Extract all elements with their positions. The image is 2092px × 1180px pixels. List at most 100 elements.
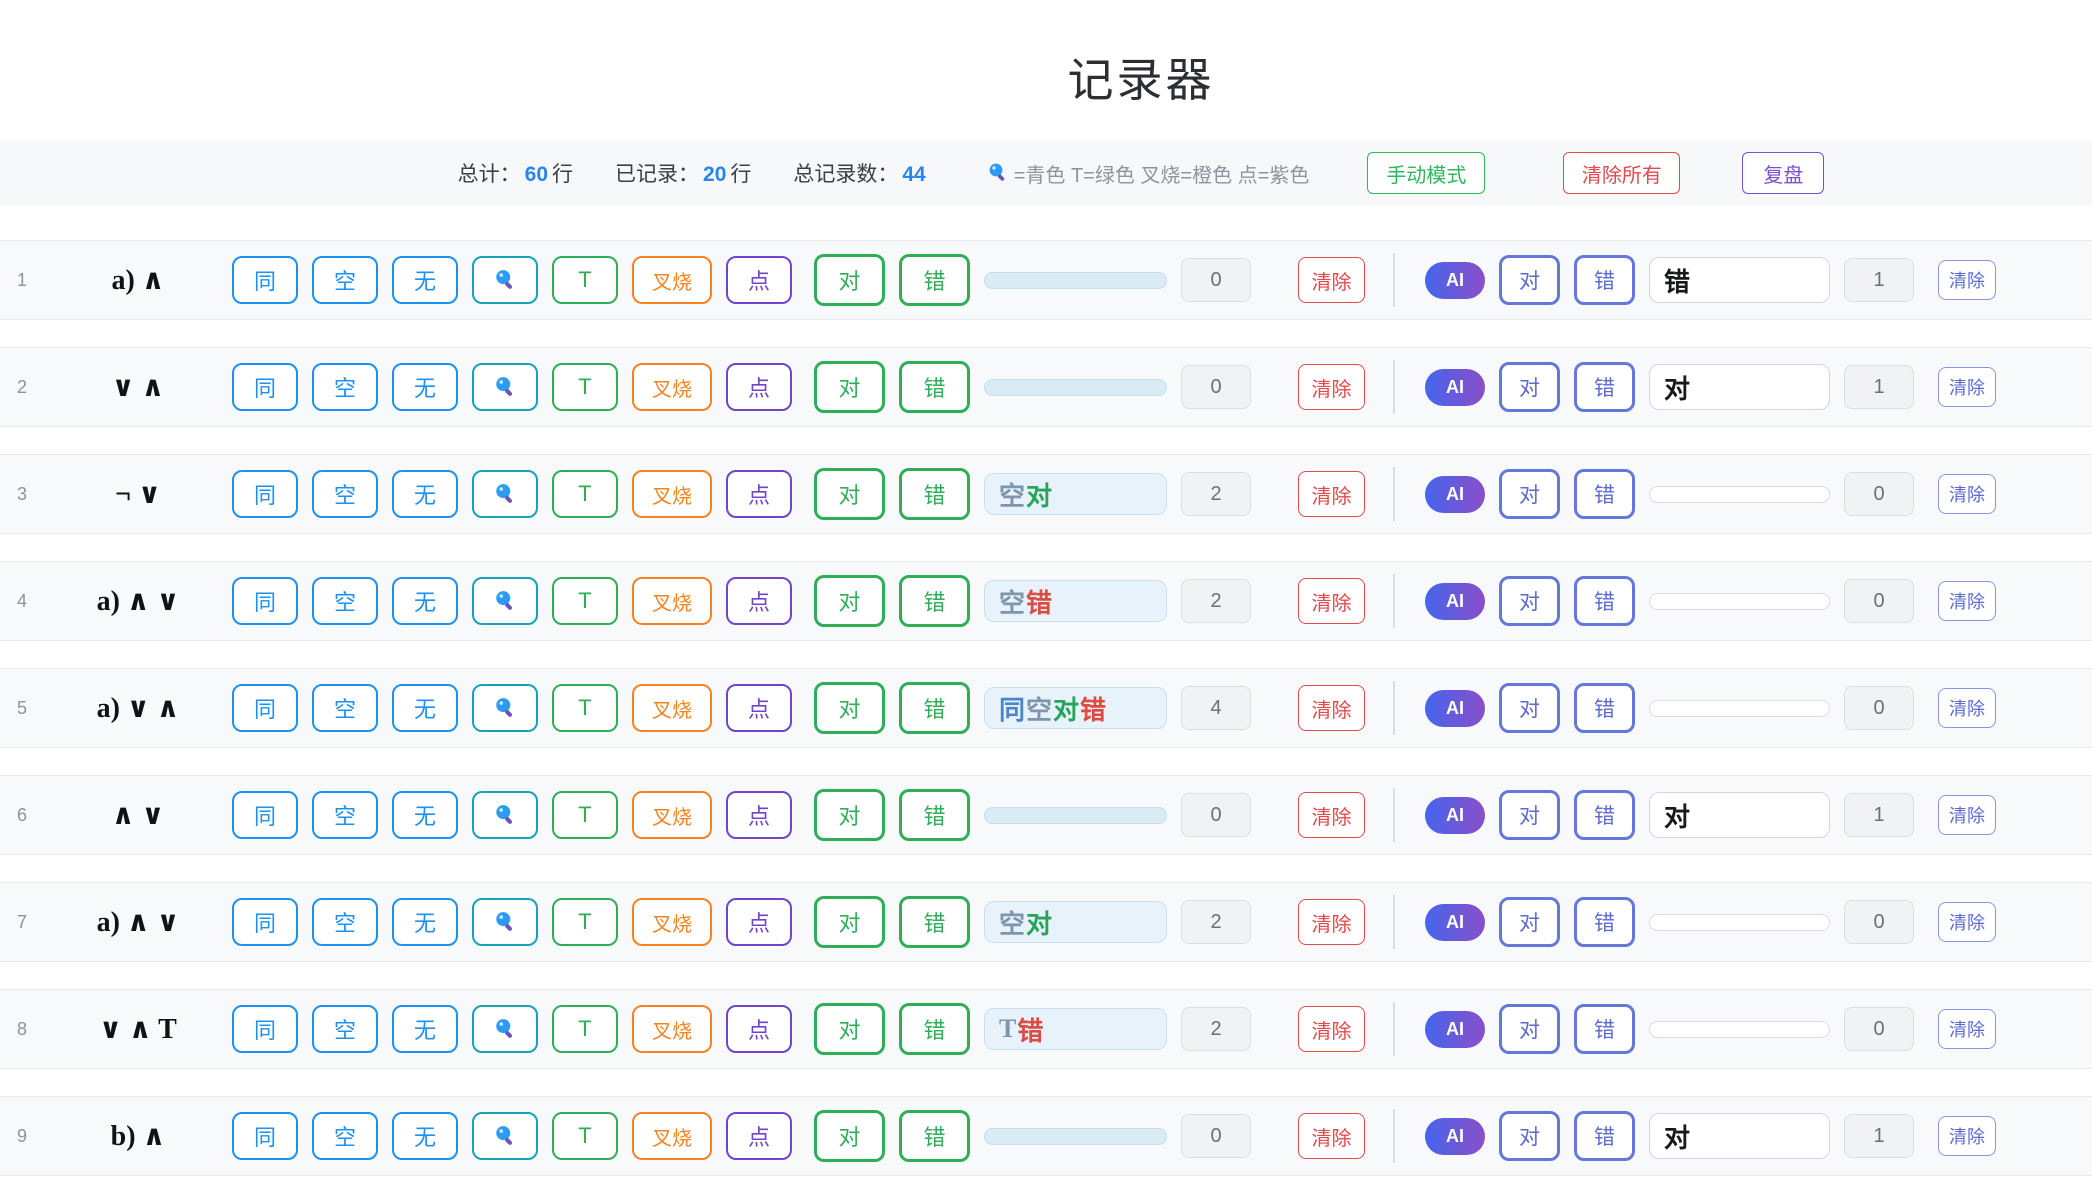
clear-all-button[interactable]: 清除所有 — [1563, 152, 1680, 194]
magnifier-button[interactable] — [472, 684, 538, 732]
manual-value-field[interactable] — [984, 272, 1167, 289]
ai-cuo-button[interactable]: 错 — [1574, 897, 1635, 947]
magnifier-button[interactable] — [472, 577, 538, 625]
tong-button[interactable]: 同 — [232, 256, 298, 304]
t-button[interactable]: T — [552, 577, 618, 625]
wu-button[interactable]: 无 — [392, 791, 458, 839]
ai-value-field[interactable] — [1649, 700, 1830, 717]
ai-value-field[interactable] — [1649, 914, 1830, 931]
chashao-button[interactable]: 叉烧 — [632, 1005, 712, 1053]
manual-clear-button[interactable]: 清除 — [1298, 685, 1365, 731]
manual-clear-button[interactable]: 清除 — [1298, 1006, 1365, 1052]
cuo-button[interactable]: 错 — [899, 1110, 970, 1162]
manual-clear-button[interactable]: 清除 — [1298, 578, 1365, 624]
tong-button[interactable]: 同 — [232, 898, 298, 946]
manual-value-field[interactable]: 空错 — [984, 580, 1167, 622]
wu-button[interactable]: 无 — [392, 577, 458, 625]
t-button[interactable]: T — [552, 684, 618, 732]
cuo-button[interactable]: 错 — [899, 254, 970, 306]
dui-button[interactable]: 对 — [814, 575, 885, 627]
ai-cuo-button[interactable]: 错 — [1574, 1004, 1635, 1054]
dian-button[interactable]: 点 — [726, 791, 792, 839]
magnifier-button[interactable] — [472, 363, 538, 411]
wu-button[interactable]: 无 — [392, 470, 458, 518]
tong-button[interactable]: 同 — [232, 363, 298, 411]
ai-value-field[interactable]: 对 — [1649, 792, 1830, 838]
ai-clear-button[interactable]: 清除 — [1938, 367, 1996, 407]
wu-button[interactable]: 无 — [392, 1005, 458, 1053]
replay-button[interactable]: 复盘 — [1742, 152, 1824, 194]
dian-button[interactable]: 点 — [726, 684, 792, 732]
ai-value-field[interactable] — [1649, 593, 1830, 610]
kong-button[interactable]: 空 — [312, 256, 378, 304]
cuo-button[interactable]: 错 — [899, 896, 970, 948]
chashao-button[interactable]: 叉烧 — [632, 470, 712, 518]
dui-button[interactable]: 对 — [814, 361, 885, 413]
ai-dui-button[interactable]: 对 — [1499, 469, 1560, 519]
dui-button[interactable]: 对 — [814, 789, 885, 841]
ai-dui-button[interactable]: 对 — [1499, 362, 1560, 412]
t-button[interactable]: T — [552, 363, 618, 411]
ai-clear-button[interactable]: 清除 — [1938, 902, 1996, 942]
manual-value-field[interactable]: T错 — [984, 1008, 1167, 1050]
t-button[interactable]: T — [552, 470, 618, 518]
chashao-button[interactable]: 叉烧 — [632, 898, 712, 946]
ai-value-field[interactable]: 对 — [1649, 364, 1830, 410]
tong-button[interactable]: 同 — [232, 684, 298, 732]
manual-clear-button[interactable]: 清除 — [1298, 364, 1365, 410]
tong-button[interactable]: 同 — [232, 1112, 298, 1160]
ai-dui-button[interactable]: 对 — [1499, 255, 1560, 305]
cuo-button[interactable]: 错 — [899, 1003, 970, 1055]
dian-button[interactable]: 点 — [726, 363, 792, 411]
kong-button[interactable]: 空 — [312, 898, 378, 946]
ai-value-field[interactable] — [1649, 486, 1830, 503]
ai-dui-button[interactable]: 对 — [1499, 1111, 1560, 1161]
ai-clear-button[interactable]: 清除 — [1938, 688, 1996, 728]
dian-button[interactable]: 点 — [726, 256, 792, 304]
wu-button[interactable]: 无 — [392, 363, 458, 411]
ai-cuo-button[interactable]: 错 — [1574, 576, 1635, 626]
ai-value-field[interactable] — [1649, 1021, 1830, 1038]
dian-button[interactable]: 点 — [726, 1005, 792, 1053]
wu-button[interactable]: 无 — [392, 1112, 458, 1160]
kong-button[interactable]: 空 — [312, 577, 378, 625]
magnifier-button[interactable] — [472, 791, 538, 839]
ai-dui-button[interactable]: 对 — [1499, 1004, 1560, 1054]
manual-value-field[interactable]: 同空对错 — [984, 687, 1167, 729]
ai-value-field[interactable]: 对 — [1649, 1113, 1830, 1159]
cuo-button[interactable]: 错 — [899, 575, 970, 627]
kong-button[interactable]: 空 — [312, 363, 378, 411]
tong-button[interactable]: 同 — [232, 1005, 298, 1053]
manual-value-field[interactable] — [984, 379, 1167, 396]
chashao-button[interactable]: 叉烧 — [632, 684, 712, 732]
chashao-button[interactable]: 叉烧 — [632, 1112, 712, 1160]
ai-cuo-button[interactable]: 错 — [1574, 469, 1635, 519]
kong-button[interactable]: 空 — [312, 470, 378, 518]
magnifier-button[interactable] — [472, 1112, 538, 1160]
cuo-button[interactable]: 错 — [899, 682, 970, 734]
cuo-button[interactable]: 错 — [899, 468, 970, 520]
t-button[interactable]: T — [552, 1005, 618, 1053]
ai-cuo-button[interactable]: 错 — [1574, 255, 1635, 305]
kong-button[interactable]: 空 — [312, 684, 378, 732]
ai-clear-button[interactable]: 清除 — [1938, 474, 1996, 514]
ai-cuo-button[interactable]: 错 — [1574, 362, 1635, 412]
wu-button[interactable]: 无 — [392, 898, 458, 946]
kong-button[interactable]: 空 — [312, 1005, 378, 1053]
ai-cuo-button[interactable]: 错 — [1574, 1111, 1635, 1161]
t-button[interactable]: T — [552, 1112, 618, 1160]
ai-cuo-button[interactable]: 错 — [1574, 683, 1635, 733]
t-button[interactable]: T — [552, 898, 618, 946]
dui-button[interactable]: 对 — [814, 468, 885, 520]
ai-dui-button[interactable]: 对 — [1499, 576, 1560, 626]
ai-clear-button[interactable]: 清除 — [1938, 1009, 1996, 1049]
cuo-button[interactable]: 错 — [899, 789, 970, 841]
magnifier-button[interactable] — [472, 1005, 538, 1053]
magnifier-button[interactable] — [472, 256, 538, 304]
ai-dui-button[interactable]: 对 — [1499, 897, 1560, 947]
manual-clear-button[interactable]: 清除 — [1298, 1113, 1365, 1159]
tong-button[interactable]: 同 — [232, 791, 298, 839]
manual-clear-button[interactable]: 清除 — [1298, 792, 1365, 838]
ai-dui-button[interactable]: 对 — [1499, 683, 1560, 733]
ai-clear-button[interactable]: 清除 — [1938, 260, 1996, 300]
